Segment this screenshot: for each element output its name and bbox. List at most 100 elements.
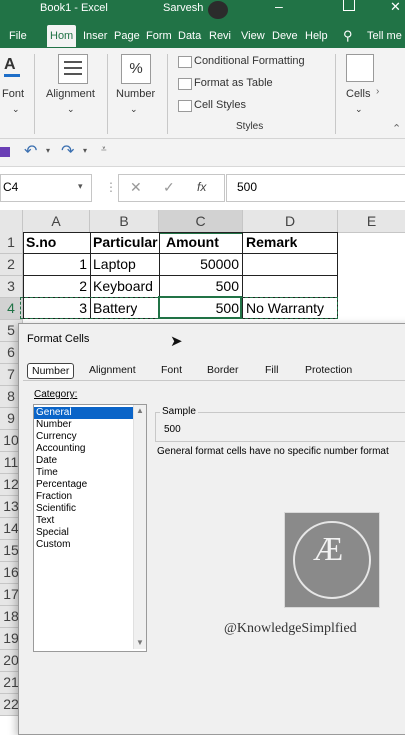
cells-icon[interactable] bbox=[346, 54, 374, 82]
quick-access-toolbar: ↶ ▾ ↷ ▾ ⩡ bbox=[0, 139, 405, 167]
tab-font[interactable]: Font bbox=[161, 364, 182, 376]
group-divider bbox=[335, 54, 336, 134]
column-header-b[interactable]: B bbox=[90, 210, 159, 233]
table-icon bbox=[178, 78, 192, 90]
alignment-group-label[interactable]: Alignment bbox=[46, 88, 95, 100]
minimize-icon[interactable]: – bbox=[275, 0, 283, 14]
tab-alignment[interactable]: Alignment bbox=[89, 364, 136, 376]
list-item[interactable]: Scientific bbox=[34, 503, 146, 515]
scroll-up-icon[interactable]: ▲ bbox=[134, 405, 146, 415]
table-header-cell[interactable]: Remark bbox=[246, 234, 297, 250]
category-label: Category: bbox=[34, 389, 78, 400]
table-border bbox=[23, 275, 338, 276]
tab-review[interactable]: Revi bbox=[206, 25, 234, 47]
table-cell[interactable]: 1 bbox=[23, 256, 87, 272]
row-header[interactable]: 3 bbox=[0, 276, 23, 298]
list-item[interactable]: Currency bbox=[34, 431, 146, 443]
row-header[interactable]: 2 bbox=[0, 254, 23, 276]
chevron-down-icon[interactable]: ▾ bbox=[46, 146, 50, 155]
select-all-corner[interactable] bbox=[0, 210, 23, 233]
number-group-label[interactable]: Number bbox=[116, 88, 155, 100]
formula-input[interactable]: 500 bbox=[226, 174, 405, 202]
tab-page-layout[interactable]: Page bbox=[111, 25, 143, 47]
chevron-down-icon[interactable]: ⌄ bbox=[12, 104, 20, 115]
cancel-icon[interactable]: ✕ bbox=[130, 179, 142, 196]
tab-fill[interactable]: Fill bbox=[265, 364, 278, 376]
column-header-e[interactable]: E bbox=[338, 210, 405, 233]
list-item[interactable]: Special bbox=[34, 527, 146, 539]
user-avatar[interactable] bbox=[208, 1, 228, 19]
cell-styles-icon bbox=[178, 100, 192, 112]
list-item[interactable]: Time bbox=[34, 467, 146, 479]
conditional-formatting-icon bbox=[178, 56, 192, 68]
close-icon[interactable]: ✕ bbox=[390, 0, 401, 15]
table-cell[interactable]: 500 bbox=[160, 278, 239, 294]
font-color-icon[interactable]: A bbox=[4, 56, 24, 78]
group-divider bbox=[167, 54, 168, 134]
category-list[interactable]: General Number Currency Accounting Date … bbox=[33, 404, 147, 652]
format-as-table-button[interactable]: Format as Table bbox=[194, 77, 273, 89]
tab-data[interactable]: Data bbox=[175, 25, 204, 47]
redo-icon[interactable]: ↷ bbox=[61, 141, 74, 161]
chevron-down-icon[interactable]: ⌄ bbox=[355, 104, 363, 115]
row-header[interactable]: 1 bbox=[0, 232, 23, 254]
conditional-formatting-button[interactable]: Conditional Formatting bbox=[194, 55, 305, 67]
list-item[interactable]: Custom bbox=[34, 539, 146, 551]
cell-styles-button[interactable]: Cell Styles bbox=[194, 99, 246, 111]
scroll-right-icon[interactable]: › bbox=[376, 86, 379, 97]
dialog-title-bar[interactable]: Format Cells bbox=[19, 324, 405, 354]
tab-border[interactable]: Border bbox=[207, 364, 239, 376]
chevron-down-icon[interactable]: ▾ bbox=[83, 146, 87, 155]
list-item[interactable]: Percentage bbox=[34, 479, 146, 491]
cells-group-label[interactable]: Cells bbox=[346, 88, 370, 100]
table-cell[interactable]: 50000 bbox=[160, 256, 239, 272]
chevron-down-icon[interactable]: ⌄ bbox=[130, 104, 138, 115]
insert-function-icon[interactable]: fx bbox=[197, 180, 206, 194]
table-header-cell[interactable]: Particular bbox=[93, 234, 158, 250]
tab-file[interactable]: File bbox=[6, 25, 30, 47]
tab-help[interactable]: Help bbox=[302, 25, 331, 47]
name-box-value: C4 bbox=[3, 180, 19, 194]
tab-protection[interactable]: Protection bbox=[305, 364, 352, 376]
formula-buttons: ✕ ✓ fx bbox=[118, 174, 225, 202]
table-cell[interactable]: Laptop bbox=[93, 256, 136, 272]
column-header-a[interactable]: A bbox=[23, 210, 90, 233]
tell-me-search[interactable]: Tell me bbox=[364, 25, 405, 47]
lightbulb-icon[interactable]: ⚲ bbox=[340, 25, 356, 47]
list-item[interactable]: General bbox=[34, 407, 146, 419]
tab-view[interactable]: View bbox=[238, 25, 268, 47]
table-cell[interactable]: 2 bbox=[23, 278, 87, 294]
logo-glyph: Æ bbox=[313, 531, 344, 568]
chevron-down-icon[interactable]: ▾ bbox=[78, 181, 83, 192]
scroll-down-icon[interactable]: ▼ bbox=[134, 638, 146, 647]
table-header-cell[interactable]: S.no bbox=[26, 234, 56, 250]
undo-icon[interactable]: ↶ bbox=[24, 141, 37, 161]
list-item[interactable]: Accounting bbox=[34, 443, 146, 455]
ribbon-tabs: File Hom Inser Page Form Data Revi View … bbox=[0, 20, 405, 48]
customize-qat-icon[interactable]: ⩡ bbox=[101, 144, 107, 155]
list-item[interactable]: Number bbox=[34, 419, 146, 431]
tab-home[interactable]: Hom bbox=[47, 25, 77, 47]
tab-number[interactable]: Number bbox=[27, 363, 75, 379]
tab-developer[interactable]: Deve bbox=[269, 25, 301, 47]
table-cell[interactable]: Keyboard bbox=[93, 278, 153, 294]
column-header-c[interactable]: C bbox=[159, 210, 243, 234]
maximize-icon[interactable] bbox=[343, 0, 355, 11]
list-item[interactable]: Date bbox=[34, 455, 146, 467]
list-item[interactable]: Text bbox=[34, 515, 146, 527]
percent-icon[interactable]: % bbox=[121, 54, 151, 84]
font-group-label[interactable]: Font bbox=[2, 88, 24, 100]
tab-insert[interactable]: Inser bbox=[80, 25, 110, 47]
column-header-d[interactable]: D bbox=[243, 210, 338, 233]
table-header-cell[interactable]: Amount bbox=[166, 234, 219, 250]
list-item[interactable]: Fraction bbox=[34, 491, 146, 503]
category-scrollbar[interactable]: ▲ ▼ bbox=[133, 405, 146, 649]
tab-formulas[interactable]: Form bbox=[143, 25, 175, 47]
save-icon[interactable] bbox=[0, 147, 10, 157]
enter-icon[interactable]: ✓ bbox=[163, 179, 175, 196]
collapse-ribbon-icon[interactable]: ⌃ bbox=[392, 122, 401, 135]
format-description: General format cells have no specific nu… bbox=[157, 446, 389, 457]
alignment-icon[interactable] bbox=[58, 54, 88, 84]
chevron-down-icon[interactable]: ⌄ bbox=[67, 104, 75, 115]
name-box[interactable]: C4 ▾ bbox=[0, 174, 92, 202]
